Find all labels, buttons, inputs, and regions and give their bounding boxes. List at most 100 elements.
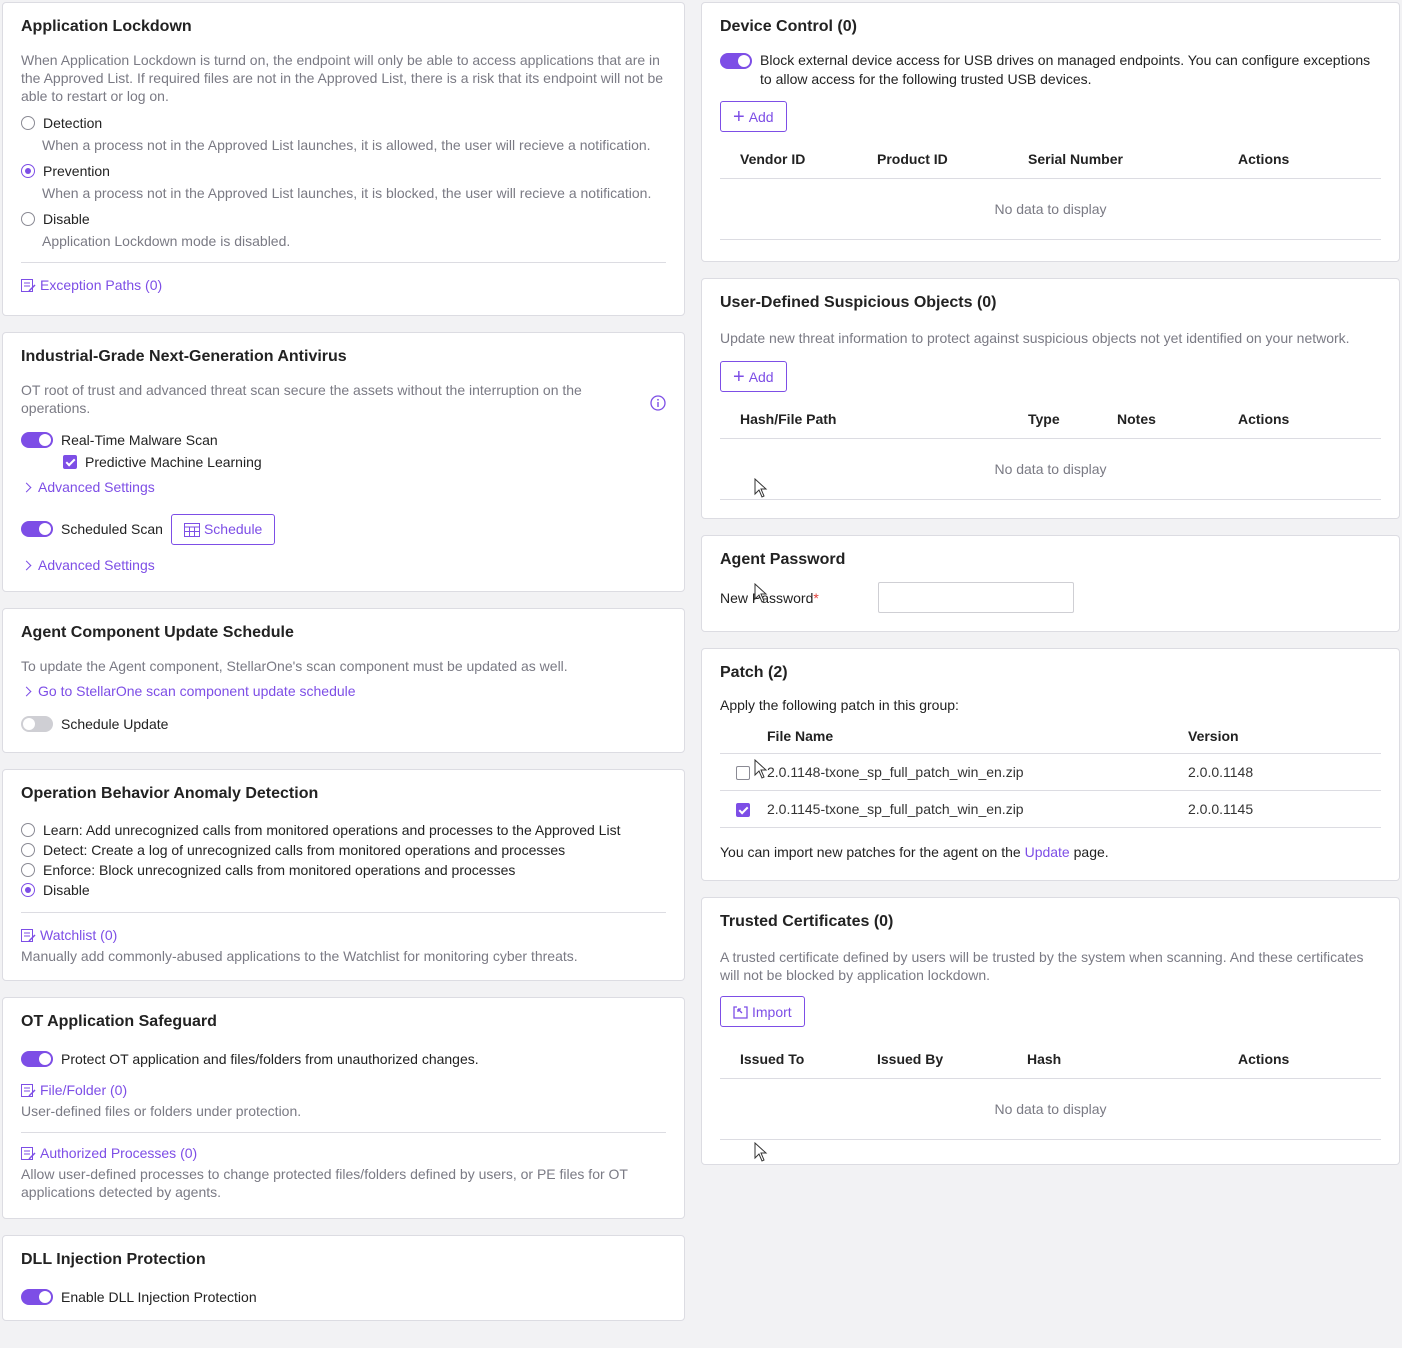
file-folder-link[interactable]: File/Folder (0) xyxy=(21,1080,666,1100)
device-control-card: Device Control (0) Block external device… xyxy=(701,2,1400,262)
realtime-scan-toggle[interactable] xyxy=(21,432,53,448)
exception-paths-link[interactable]: Exception Paths (0) xyxy=(21,275,666,295)
import-button[interactable]: Import xyxy=(720,996,805,1027)
anomaly-option-detect[interactable]: Detect: Create a log of unrecognized cal… xyxy=(21,840,666,860)
patch-footer: You can import new patches for the agent… xyxy=(720,844,1381,860)
detection-description: When a process not in the Approved List … xyxy=(42,137,651,153)
dll-protection-label: Enable DLL Injection Protection xyxy=(61,1289,257,1305)
lockdown-option-detection[interactable]: Detection xyxy=(21,113,666,133)
pml-label: Predictive Machine Learning xyxy=(85,454,262,470)
row-checkbox[interactable] xyxy=(736,802,750,817)
patch-file-name: 2.0.1145-txone_sp_full_patch_win_en.zip xyxy=(766,790,1187,828)
dll-protection-card: DLL Injection Protection Enable DLL Inje… xyxy=(2,1235,685,1321)
authorized-processes-description: Allow user-defined processes to change p… xyxy=(21,1166,628,1200)
protect-ot-toggle[interactable] xyxy=(21,1051,53,1067)
column-header[interactable]: Vendor ID xyxy=(720,140,857,179)
table-row[interactable]: 2.0.1145-txone_sp_full_patch_win_en.zip … xyxy=(720,790,1381,828)
ot-safeguard-title: OT Application Safeguard xyxy=(21,1013,217,1030)
file-folder-label[interactable]: File/Folder (0) xyxy=(40,1082,127,1098)
detect-label: Detect: Create a log of unrecognized cal… xyxy=(43,842,566,858)
agent-password-card: Agent Password New Password* xyxy=(701,535,1400,632)
calendar-icon xyxy=(183,522,200,537)
anomaly-option-disable[interactable]: Disable xyxy=(21,880,666,900)
schedule-update-toggle[interactable] xyxy=(21,716,53,732)
protect-ot-row: Protect OT application and files/folders… xyxy=(21,1048,666,1070)
column-header[interactable]: Serial Number xyxy=(1008,140,1218,179)
anomaly-detection-card: Operation Behavior Anomaly Detection Lea… xyxy=(2,769,685,981)
patch-file-name: 2.0.1148-txone_sp_full_patch_win_en.zip xyxy=(766,753,1187,791)
chevron-right-icon xyxy=(21,686,32,696)
ot-safeguard-card: OT Application Safeguard Protect OT appl… xyxy=(2,997,685,1219)
schedule-button-label: Schedule xyxy=(203,521,263,537)
empty-message: No data to display xyxy=(720,178,1381,240)
row-checkbox[interactable] xyxy=(736,765,750,780)
new-password-input[interactable] xyxy=(878,582,1074,613)
column-header: File Name xyxy=(766,719,1187,754)
watchlist-link[interactable]: Watchlist (0) xyxy=(21,925,666,945)
column-header[interactable]: Issued To xyxy=(720,1040,857,1079)
plus-icon: + xyxy=(733,105,745,128)
disable-radio[interactable] xyxy=(21,212,35,226)
detection-label: Detection xyxy=(43,115,103,131)
anomaly-disable-label: Disable xyxy=(43,882,90,898)
learn-radio[interactable] xyxy=(21,823,35,837)
scan-component-schedule-link[interactable]: Go to StellarOne scan component update s… xyxy=(21,681,666,701)
info-icon[interactable] xyxy=(650,395,666,411)
block-usb-toggle[interactable] xyxy=(720,53,752,69)
advanced-settings-label-1[interactable]: Advanced Settings xyxy=(38,479,155,495)
disable-label: Disable xyxy=(43,211,90,227)
column-header: Actions xyxy=(1218,400,1381,439)
trusted-certificates-title: Trusted Certificates (0) xyxy=(720,913,894,930)
anomaly-disable-radio[interactable] xyxy=(21,883,35,897)
advanced-settings-link-1[interactable]: Advanced Settings xyxy=(21,477,666,497)
column-header[interactable]: Issued By xyxy=(857,1040,1007,1079)
chevron-right-icon xyxy=(21,560,32,570)
scheduled-scan-toggle[interactable] xyxy=(21,521,53,537)
column-header: Notes xyxy=(1097,400,1218,439)
anomaly-option-learn[interactable]: Learn: Add unrecognized calls from monit… xyxy=(21,820,666,840)
advanced-settings-link-2[interactable]: Advanced Settings xyxy=(21,555,666,575)
watchlist-description: Manually add commonly-abused application… xyxy=(21,948,578,964)
column-header[interactable]: Hash/File Path xyxy=(720,400,1008,439)
right-column: Device Control (0) Block external device… xyxy=(701,0,1400,1181)
authorized-processes-link[interactable]: Authorized Processes (0) xyxy=(21,1143,666,1163)
column-header: Hash xyxy=(1007,1040,1218,1079)
detect-radio[interactable] xyxy=(21,843,35,857)
trusted-certificates-description: A trusted certificate defined by users w… xyxy=(720,949,1364,983)
lockdown-option-disable[interactable]: Disable xyxy=(21,209,666,229)
exception-paths-label[interactable]: Exception Paths (0) xyxy=(40,277,162,293)
update-page-link[interactable]: Update xyxy=(1025,844,1070,860)
agent-update-card: Agent Component Update Schedule To updat… xyxy=(2,608,685,753)
import-button-label: Import xyxy=(752,1003,792,1020)
add-button-wrap: + Add xyxy=(720,101,1381,132)
pml-checkbox[interactable] xyxy=(63,455,77,469)
prevention-radio[interactable] xyxy=(21,164,35,178)
schedule-button[interactable]: Schedule xyxy=(170,513,276,545)
authorized-processes-label[interactable]: Authorized Processes (0) xyxy=(40,1145,197,1161)
dll-protection-toggle[interactable] xyxy=(21,1289,53,1305)
add-suspicious-button[interactable]: + Add xyxy=(720,361,787,392)
add-device-button[interactable]: + Add xyxy=(720,101,787,132)
watchlist-label[interactable]: Watchlist (0) xyxy=(40,927,117,943)
disable-description: Application Lockdown mode is disabled. xyxy=(42,233,291,249)
table-row[interactable]: 2.0.1148-txone_sp_full_patch_win_en.zip … xyxy=(720,753,1381,791)
enforce-radio[interactable] xyxy=(21,863,35,877)
edit-list-icon xyxy=(21,928,36,942)
row-select xyxy=(720,790,766,828)
scheduled-scan-label: Scheduled Scan xyxy=(61,521,163,537)
detection-radio[interactable] xyxy=(21,116,35,130)
lockdown-option-prevention[interactable]: Prevention xyxy=(21,161,666,181)
required-mark: * xyxy=(813,589,819,606)
divider xyxy=(21,1132,666,1133)
plus-icon: + xyxy=(733,365,745,388)
edit-list-icon xyxy=(21,278,36,292)
select-column xyxy=(720,719,766,754)
column-header[interactable]: Product ID xyxy=(857,140,1008,179)
anomaly-option-enforce[interactable]: Enforce: Block unrecognized calls from m… xyxy=(21,860,666,880)
application-lockdown-description: When Application Lockdown is turnd on, t… xyxy=(21,52,664,104)
advanced-settings-label-2[interactable]: Advanced Settings xyxy=(38,557,155,573)
patch-description: Apply the following patch in this group: xyxy=(720,697,959,713)
scan-component-schedule-label[interactable]: Go to StellarOne scan component update s… xyxy=(38,683,356,699)
column-header[interactable]: Type xyxy=(1008,400,1097,439)
mouse-cursor-icon xyxy=(754,1142,768,1162)
